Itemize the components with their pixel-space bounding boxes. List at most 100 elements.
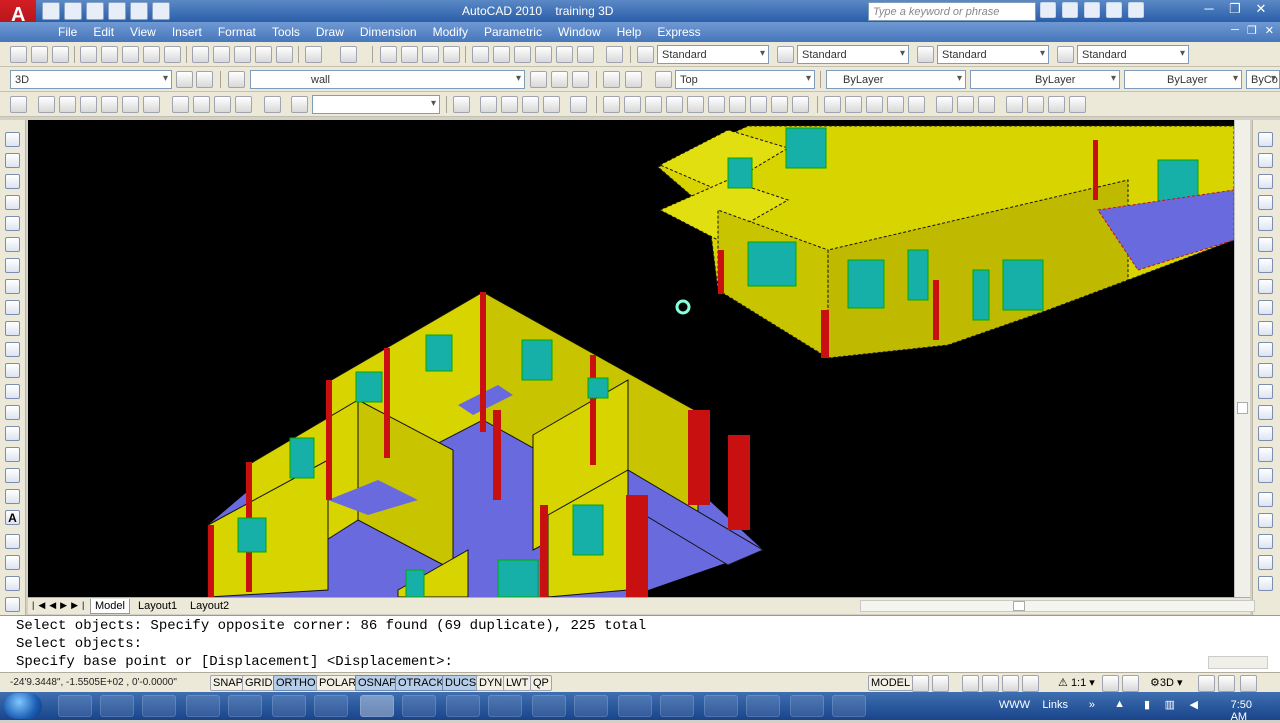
model-space-toggle[interactable]: MODEL	[868, 675, 914, 691]
horizontal-scrollbar[interactable]	[860, 600, 1255, 612]
taskbar-app-3-icon[interactable]	[704, 695, 738, 717]
copy-icon[interactable]	[213, 46, 230, 63]
open-icon[interactable]	[31, 46, 48, 63]
offset-icon[interactable]	[1258, 195, 1273, 210]
triangle-icon[interactable]	[666, 96, 683, 113]
zoom-window-icon[interactable]	[422, 46, 439, 63]
hatch-icon[interactable]	[5, 426, 20, 441]
intersect-icon[interactable]	[978, 96, 995, 113]
redo-icon[interactable]	[340, 46, 357, 63]
insert-block-icon[interactable]	[5, 363, 20, 378]
workspace-switch[interactable]: ⚙3D ▾	[1150, 676, 1183, 689]
hardware-acceleration-icon[interactable]	[1218, 675, 1235, 692]
realistic-icon[interactable]	[522, 96, 539, 113]
close-icon[interactable]: ✕	[1248, 0, 1274, 20]
tool-palettes-icon[interactable]	[514, 46, 531, 63]
rotate-icon[interactable]	[1258, 258, 1273, 273]
minimize-icon[interactable]: ─	[1196, 0, 1222, 20]
start-button[interactable]	[4, 693, 42, 719]
visual-style-select[interactable]	[312, 95, 440, 114]
polyline-icon[interactable]	[5, 174, 20, 189]
show-hidden-icon[interactable]: ▲	[1114, 698, 1125, 710]
donut-icon[interactable]	[729, 96, 746, 113]
gradient-icon[interactable]	[5, 447, 20, 462]
taskbar-app-2-icon[interactable]	[314, 695, 348, 717]
file-explorer-icon[interactable]	[142, 695, 176, 717]
menu-view[interactable]: View	[122, 22, 164, 42]
excel-icon[interactable]	[488, 695, 522, 717]
quick-view-drawings-icon[interactable]	[932, 675, 949, 692]
ducs-toggle[interactable]: DUCS	[442, 675, 480, 691]
line-icon[interactable]	[5, 132, 20, 147]
ucs-origin-icon[interactable]	[908, 96, 925, 113]
mirror-icon[interactable]	[1258, 174, 1273, 189]
bring-to-front-icon[interactable]	[1258, 513, 1273, 528]
subtract-icon[interactable]	[957, 96, 974, 113]
3d-align-icon[interactable]	[1048, 96, 1065, 113]
command-line[interactable]: Select objects: Specify opposite corner:…	[0, 615, 1280, 672]
calculator-icon[interactable]	[577, 46, 594, 63]
array-icon[interactable]	[1258, 216, 1273, 231]
polygon-icon[interactable]	[5, 195, 20, 210]
showmotion-icon[interactable]	[1022, 675, 1039, 692]
coordinates-display[interactable]: -24'9.3448", -1.5505E+02 , 0'-0.0000"	[10, 677, 177, 688]
table-style-select[interactable]: Standard	[937, 45, 1049, 64]
mtext-icon[interactable]: A	[5, 510, 20, 525]
cmd-icon[interactable]	[618, 695, 652, 717]
calculator-app-icon[interactable]	[446, 695, 480, 717]
workspace-icon[interactable]	[196, 71, 213, 88]
erase-icon[interactable]	[1258, 132, 1273, 147]
menu-insert[interactable]: Insert	[164, 22, 210, 42]
toolbar-lock-icon[interactable]	[1198, 675, 1215, 692]
auto-scale-icon[interactable]	[1122, 675, 1139, 692]
sketchup-icon[interactable]	[660, 695, 694, 717]
match-properties-icon[interactable]	[255, 46, 272, 63]
taskbar-app-4-icon[interactable]	[746, 695, 780, 717]
join-icon[interactable]	[1258, 405, 1273, 420]
tab-layout1[interactable]: Layout1	[134, 599, 181, 614]
ucs-face-icon[interactable]	[866, 96, 883, 113]
text-style-icon[interactable]	[637, 46, 654, 63]
3d-dwf-icon[interactable]	[143, 46, 160, 63]
star-icon[interactable]	[1106, 2, 1122, 18]
annotation-scale[interactable]: ⚠ 1:1 ▾	[1058, 676, 1095, 689]
hidden-icon[interactable]	[501, 96, 518, 113]
explode-icon[interactable]	[1258, 468, 1273, 483]
dim-arc-icon[interactable]	[5, 576, 20, 591]
circle-icon[interactable]	[5, 258, 20, 273]
view-select[interactable]: Top	[675, 70, 815, 89]
doc-restore-icon[interactable]: ❐	[1247, 24, 1257, 37]
line-3d-icon[interactable]	[603, 96, 620, 113]
menu-dimension[interactable]: Dimension	[352, 22, 425, 42]
snap-toggle[interactable]: SNAP	[210, 675, 246, 691]
lwt-toggle[interactable]: LWT	[503, 675, 532, 691]
tray-links[interactable]: Links	[1042, 699, 1068, 711]
polar-toggle[interactable]: POLAR	[316, 675, 360, 691]
autocad-taskbar-icon[interactable]	[360, 695, 394, 717]
redo-icon[interactable]	[130, 2, 148, 20]
qp-toggle[interactable]: QP	[530, 675, 552, 691]
menu-draw[interactable]: Draw	[308, 22, 352, 42]
dim-style-icon[interactable]	[777, 46, 794, 63]
design-publish-icon[interactable]	[164, 46, 181, 63]
break-at-point-icon[interactable]	[1258, 363, 1273, 378]
workspace-select[interactable]: 3D	[10, 70, 172, 89]
markup-icon[interactable]	[556, 46, 573, 63]
communication-icon[interactable]	[1084, 2, 1100, 18]
save-icon[interactable]	[86, 2, 104, 20]
command-scrollbar[interactable]	[1208, 656, 1268, 669]
polygon-icon[interactable]	[645, 96, 662, 113]
plot-icon[interactable]	[152, 2, 170, 20]
fillet-icon[interactable]	[1258, 447, 1273, 462]
command-prompt[interactable]: Specify base point or [Displacement] <Di…	[16, 654, 453, 670]
autocad-other-icon[interactable]	[272, 695, 306, 717]
pan-status-icon[interactable]	[962, 675, 979, 692]
new-file-icon[interactable]	[42, 2, 60, 20]
multileader-style-icon[interactable]	[1057, 46, 1074, 63]
dim-aligned-icon[interactable]	[5, 555, 20, 570]
orbit-icon[interactable]	[291, 96, 308, 113]
break-icon[interactable]	[1258, 384, 1273, 399]
shademode-icon[interactable]	[453, 96, 470, 113]
polysolid-icon[interactable]	[10, 96, 27, 113]
horizontal-scroll-thumb[interactable]	[1013, 601, 1025, 611]
